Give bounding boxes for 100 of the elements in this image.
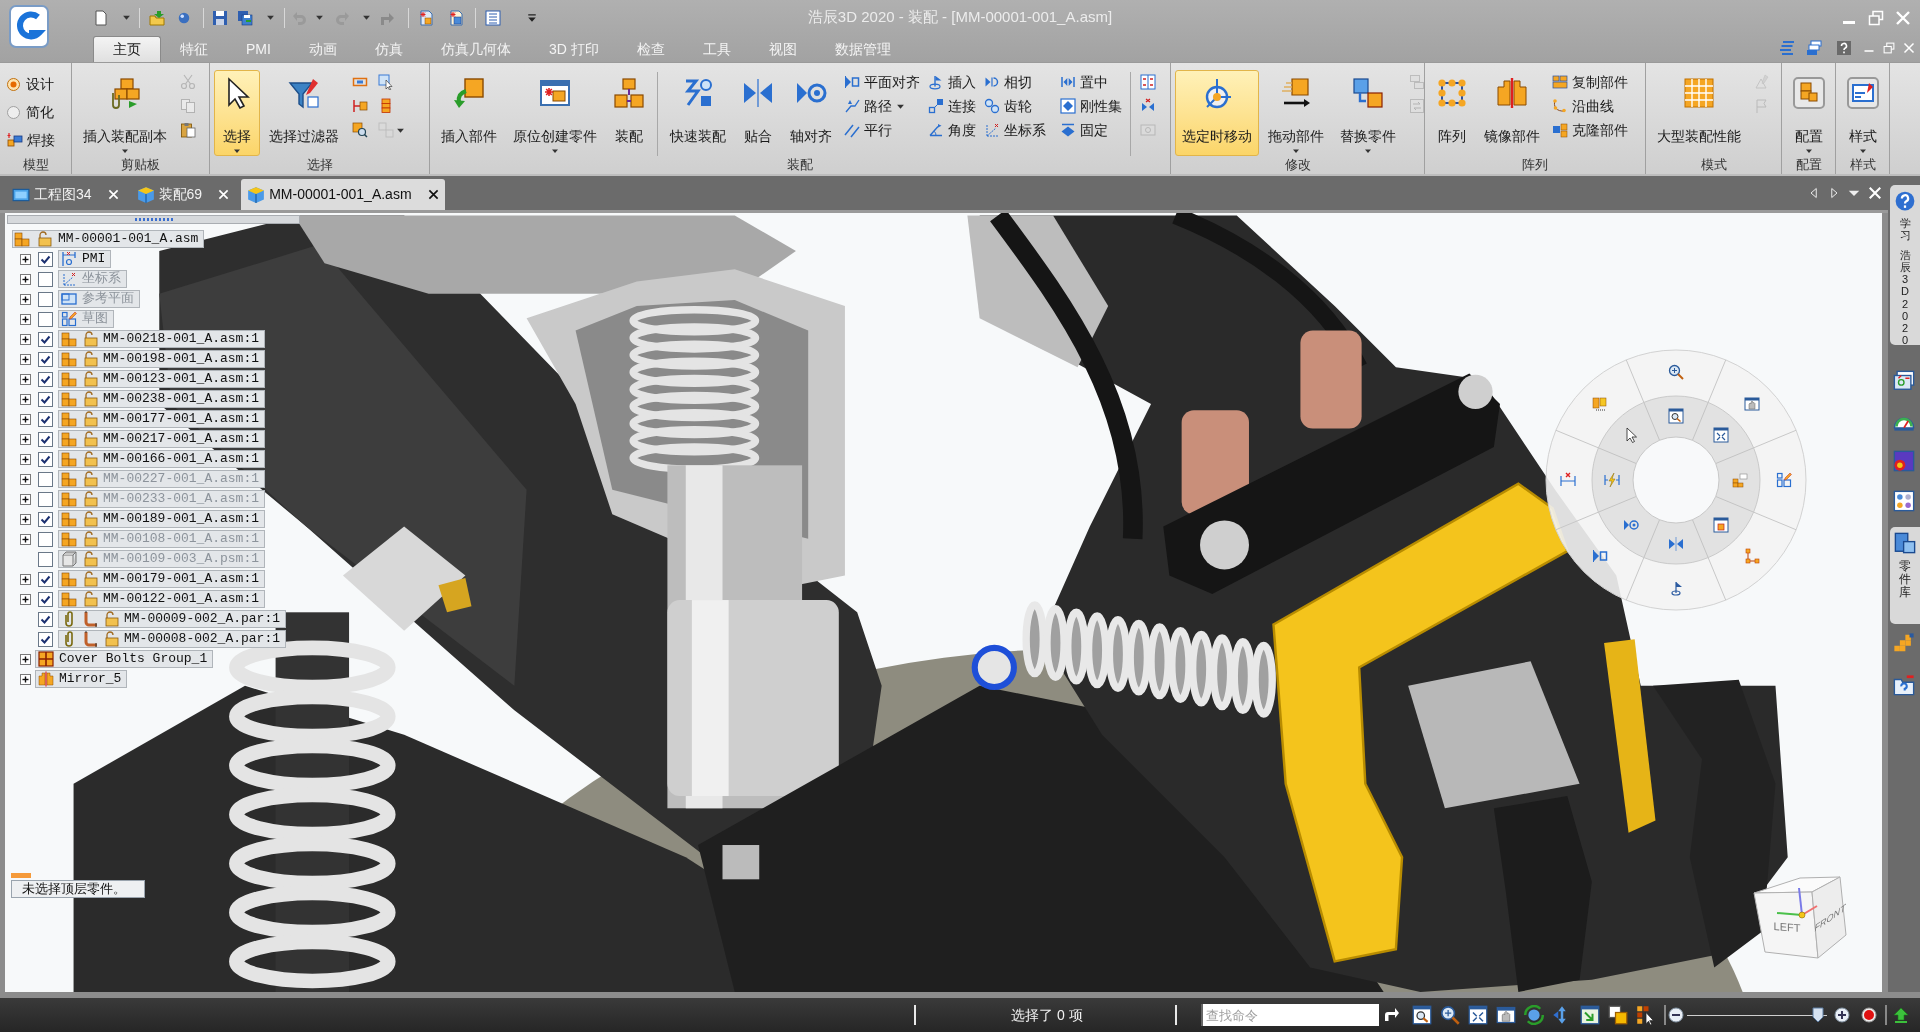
expand-icon[interactable] — [19, 473, 31, 485]
ribbon-button[interactable]: 克隆部件 — [1549, 118, 1631, 142]
ribbon-button[interactable]: 插入装配副本 — [76, 70, 174, 156]
windows-shapes-icon[interactable] — [1893, 370, 1915, 392]
tree-node[interactable]: MM-00189-001_A.asm:1 — [58, 510, 266, 528]
grid-cursor-icon[interactable] — [1635, 1005, 1656, 1025]
ribbon-button[interactable]: 连接 — [925, 94, 979, 118]
fit-window-icon[interactable] — [1713, 426, 1730, 443]
ribbon-button[interactable]: 插入部件 — [434, 70, 504, 156]
list-window-icon[interactable] — [485, 9, 501, 26]
ribbon-button[interactable]: 贴合 — [735, 70, 781, 156]
forward-arrow-icon[interactable] — [1383, 1007, 1400, 1023]
checkbox[interactable] — [38, 631, 53, 647]
tree-node[interactable]: PMI — [58, 250, 112, 268]
ribbon-button[interactable]: 轴对齐 — [783, 70, 839, 156]
block-magnifier-icon[interactable] — [352, 122, 368, 138]
ribbon-button[interactable]: 插入 — [925, 70, 979, 94]
checkbox[interactable] — [38, 571, 53, 587]
caret-bar-icon[interactable] — [527, 12, 537, 23]
expand-icon[interactable] — [19, 413, 31, 425]
ribbon-button[interactable]: 阵列 — [1429, 70, 1475, 156]
radio-button[interactable] — [7, 77, 20, 91]
expand-icon[interactable] — [19, 433, 31, 445]
checkbox[interactable] — [38, 331, 53, 347]
box-cursor-icon[interactable] — [378, 74, 394, 90]
fit-window-icon[interactable] — [1467, 1005, 1488, 1025]
sketch-pencil-icon[interactable] — [1776, 472, 1792, 488]
ribbon-button[interactable]: 相切 — [981, 70, 1049, 94]
checkbox[interactable] — [38, 291, 53, 307]
ribbon-button[interactable]: 路径 — [841, 94, 923, 118]
tree-node[interactable]: MM-00008-002_A.par:1 — [58, 630, 287, 648]
expand-icon[interactable] — [19, 593, 31, 605]
expand-icon[interactable] — [19, 673, 31, 685]
side-tab[interactable]: 零件库 — [1890, 527, 1920, 624]
document-tab[interactable]: 装配69 — [130, 179, 236, 210]
expand-icon[interactable] — [19, 393, 31, 405]
ribbon-button[interactable]: 焊接 — [4, 126, 58, 154]
checkbox[interactable] — [38, 551, 53, 567]
clipboard-icon[interactable] — [180, 122, 196, 138]
up-arrow-icon[interactable] — [1892, 1007, 1909, 1023]
ribbon-button[interactable]: 复制部件 — [1549, 70, 1631, 94]
ribbon-button[interactable]: 选择 — [214, 70, 260, 156]
tree-node[interactable]: Cover Bolts Group_1 — [35, 650, 214, 668]
dots-tile-icon[interactable] — [1893, 490, 1915, 512]
window-zoom-icon[interactable] — [1411, 1005, 1432, 1025]
zoom-icon[interactable] — [1668, 364, 1684, 380]
rotate-arrows-icon[interactable] — [1523, 1005, 1544, 1025]
ribbon-button[interactable]: 平面对齐 — [841, 70, 923, 94]
tree-node[interactable]: Mirror_5 — [35, 670, 128, 688]
checkbox[interactable] — [38, 451, 53, 467]
ribbon-button[interactable]: 选定时移动 — [1175, 70, 1259, 156]
ribbon-button[interactable]: 平行 — [841, 118, 923, 142]
floppy-disks-icon[interactable] — [237, 9, 253, 26]
checkbox[interactable] — [38, 471, 53, 487]
bracket-block-icon[interactable] — [352, 98, 368, 114]
tree-node[interactable]: MM-00179-001_A.asm:1 — [58, 570, 266, 588]
ribbon-button[interactable]: 拖动部件 — [1261, 70, 1331, 156]
document-tab[interactable]: MM-00001-001_A.asm — [241, 179, 445, 210]
stacked-parts-icon[interactable] — [1591, 395, 1608, 412]
ribbon-button[interactable]: 选择过滤器 — [262, 70, 346, 156]
radio-button[interactable] — [7, 105, 20, 119]
folder-help-icon[interactable] — [1893, 674, 1915, 696]
checkbox[interactable] — [38, 351, 53, 367]
ribbon-button[interactable]: 坐标系 — [981, 118, 1049, 142]
tree-node[interactable]: MM-00123-001_A.asm:1 — [58, 370, 266, 388]
triangles-mark-icon[interactable] — [1140, 98, 1156, 114]
expand-icon[interactable] — [19, 453, 31, 465]
slider-thumb[interactable] — [1812, 1007, 1825, 1023]
tree-node[interactable]: MM-00122-001_A.asm:1 — [58, 590, 266, 608]
window-zoom-icon[interactable] — [1668, 408, 1684, 424]
page-star-icon[interactable] — [418, 9, 434, 26]
flag-base-icon[interactable] — [1668, 580, 1684, 596]
window-hand-icon[interactable] — [1495, 1005, 1516, 1025]
ribbon-button[interactable]: 快速装配 — [663, 70, 733, 156]
caret-icon[interactable] — [266, 13, 275, 22]
page-icon[interactable] — [93, 9, 109, 26]
caret-icon[interactable] — [362, 13, 371, 22]
hierarchy-icon[interactable] — [1744, 548, 1761, 565]
right-arrow-icon[interactable] — [1828, 187, 1840, 199]
expand-icon[interactable] — [19, 333, 31, 345]
checkbox[interactable] — [38, 591, 53, 607]
ribbon-button[interactable]: 装配 — [606, 70, 652, 156]
tree-node[interactable]: MM-00218-001_A.asm:1 — [58, 330, 266, 348]
ribbon-button[interactable]: 配置 — [1786, 70, 1832, 156]
checkbox[interactable] — [38, 391, 53, 407]
expand-icon[interactable] — [19, 293, 31, 305]
ribbon-button[interactable]: 角度 — [925, 118, 979, 142]
expand-icon[interactable] — [19, 533, 31, 545]
checkbox[interactable] — [38, 531, 53, 547]
radio-option[interactable]: 设计 — [4, 70, 58, 98]
zoom-icon[interactable] — [1439, 1005, 1460, 1025]
ribbon-tab[interactable]: 主页 — [93, 36, 161, 62]
tree-node[interactable]: MM-00198-001_A.asm:1 — [58, 350, 266, 368]
stacked-blocks-icon[interactable] — [378, 98, 394, 114]
overlapping-squares-icon[interactable] — [1607, 1005, 1628, 1025]
caret-icon[interactable] — [122, 13, 131, 22]
expand-icon[interactable] — [19, 373, 31, 385]
blocks-tag-icon[interactable] — [1732, 472, 1748, 488]
record-icon[interactable] — [1860, 1007, 1877, 1023]
ribbon-button[interactable]: 置中 — [1057, 70, 1125, 94]
